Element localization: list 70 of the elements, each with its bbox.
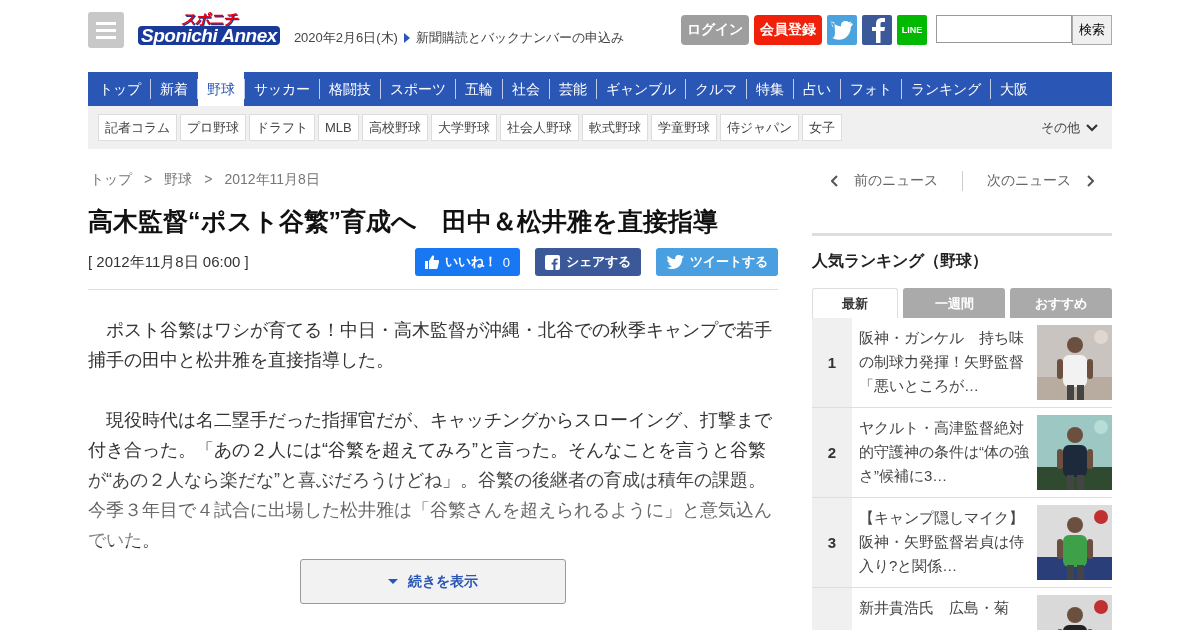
nav-tab[interactable]: 格闘技 <box>320 72 380 106</box>
menu-button[interactable] <box>88 12 124 48</box>
chevron-down-icon <box>1086 123 1098 132</box>
category-link[interactable]: 大学野球 <box>430 114 497 141</box>
timestamp: [ 2012年11月8日 06:00 ] <box>88 252 249 272</box>
ranking-headline[interactable]: 阪神・ガンケル 持ち味の制球力発揮！矢野監督「悪いところが… <box>852 318 1033 407</box>
breadcrumb-item[interactable]: 野球 <box>164 171 193 189</box>
date-text: 2020年2月6日(木) <box>293 29 398 47</box>
nav-tab[interactable]: 社会 <box>503 72 549 106</box>
article-paragraph: 現役時代は名二塁手だった指揮官だが、キャッチングからスローイング、打撃まで付き合った。「あの２人には“谷繁を超えてみろ”と言った。そんなことを言うと谷繁が“あの２人なら楽だな”と喜ぶだろうけどね」。谷繁の後継者の育成は積年の課題。今季３年目で４試合に出場した松井雅は「谷繁さんを超えられるように」と意気込んでいた。 <box>88 409 773 552</box>
like-button[interactable]: いいね！ 0 <box>414 248 520 276</box>
category-link[interactable]: 記者コラム <box>98 114 177 141</box>
ranking-headline[interactable]: ヤクルト・高津監督絶対的守護神の条件は“体の強さ”候補に3… <box>852 408 1033 497</box>
nav-tab[interactable]: 新着 <box>151 72 197 106</box>
nav-tab[interactable]: 芸能 <box>550 72 596 106</box>
prev-news-link[interactable]: 前のニュース <box>830 172 938 190</box>
category-link[interactable]: ドラフト <box>249 114 315 141</box>
category-link[interactable]: MLB <box>318 114 359 141</box>
nav-tab[interactable]: クルマ <box>686 72 746 106</box>
nav-tab[interactable]: 大阪 <box>991 72 1037 106</box>
nav-tab[interactable]: 占い <box>794 72 840 106</box>
category-link[interactable]: 侍ジャパン <box>719 114 799 141</box>
rank-number: 2 <box>812 408 852 497</box>
category-link[interactable]: プロ野球 <box>180 114 246 141</box>
ranking-tab[interactable]: 最新 <box>812 288 898 318</box>
like-count: 0 <box>502 254 510 270</box>
caret-down-icon <box>388 579 398 584</box>
rank-number: 1 <box>812 318 852 407</box>
next-news-link[interactable]: 次のニュース <box>986 172 1094 190</box>
show-more-button[interactable]: 続きを表示 <box>300 559 566 604</box>
category-link[interactable]: 女子 <box>801 114 842 141</box>
search-field[interactable] <box>936 15 1072 43</box>
share-button[interactable]: シェアする <box>535 248 641 276</box>
article-paragraph: ポスト谷繁はワシが育てる！中日・高木監督が沖縄・北谷での秋季キャンプで若手捕手の田中と松井雅を直接指導した。 <box>88 319 773 372</box>
menu-icon <box>96 21 116 39</box>
ranking-headline[interactable]: 【キャンプ隠しマイク】阪神・矢野監督岩貞は侍入り?と関係… <box>852 498 1033 587</box>
rank-number: 3 <box>812 498 852 587</box>
breadcrumb-item: 2012年11月8日 <box>224 171 320 189</box>
nav-tab[interactable]: トップ <box>90 72 150 106</box>
category-link[interactable]: 高校野球 <box>361 114 428 141</box>
ranking-headline[interactable]: 新井貴浩氏 広島・菊 <box>852 588 1033 630</box>
breadcrumb-separator: > <box>204 171 213 189</box>
category-link[interactable]: 軟式野球 <box>581 114 648 141</box>
subscribe-link[interactable]: 新聞購読とバックナンバーの申込み <box>415 29 624 47</box>
breadcrumb-separator: > <box>144 171 153 189</box>
nav-tab[interactable]: 野球 <box>198 72 244 106</box>
nav-tab[interactable]: フォト <box>841 72 901 106</box>
bird-icon <box>830 19 854 41</box>
thumbs-up-icon <box>424 255 439 269</box>
ranking-title: 人気ランキング（野球） <box>812 233 1112 272</box>
nav-tab[interactable]: ギャンブル <box>597 72 685 106</box>
nav-tab[interactable]: スポーツ <box>381 72 455 106</box>
twitter-button[interactable] <box>827 15 857 45</box>
facebook-icon <box>545 254 560 270</box>
search-button[interactable]: 検索 <box>1072 15 1112 45</box>
nav-tab[interactable]: 特集 <box>747 72 793 106</box>
category-link[interactable]: 学童野球 <box>650 114 717 141</box>
register-button[interactable]: 会員登録 <box>754 15 822 45</box>
chevron-left-icon <box>830 175 838 187</box>
more-menu[interactable]: その他 <box>1041 118 1098 137</box>
nav-tab[interactable]: サッカー <box>245 72 319 106</box>
nav-tab[interactable]: ランキング <box>902 72 990 106</box>
caret-icon <box>403 33 410 43</box>
breadcrumb-item[interactable]: トップ <box>90 171 132 189</box>
nav-tab[interactable]: 五輪 <box>456 72 502 106</box>
bird-icon <box>666 254 684 270</box>
facebook-button[interactable] <box>862 15 892 45</box>
chevron-right-icon <box>1086 175 1094 187</box>
category-link[interactable]: 社会人野球 <box>499 114 579 141</box>
article-title: 高木監督“ポスト谷繁”育成へ 田中＆松井雅を直接指導 <box>88 206 719 237</box>
